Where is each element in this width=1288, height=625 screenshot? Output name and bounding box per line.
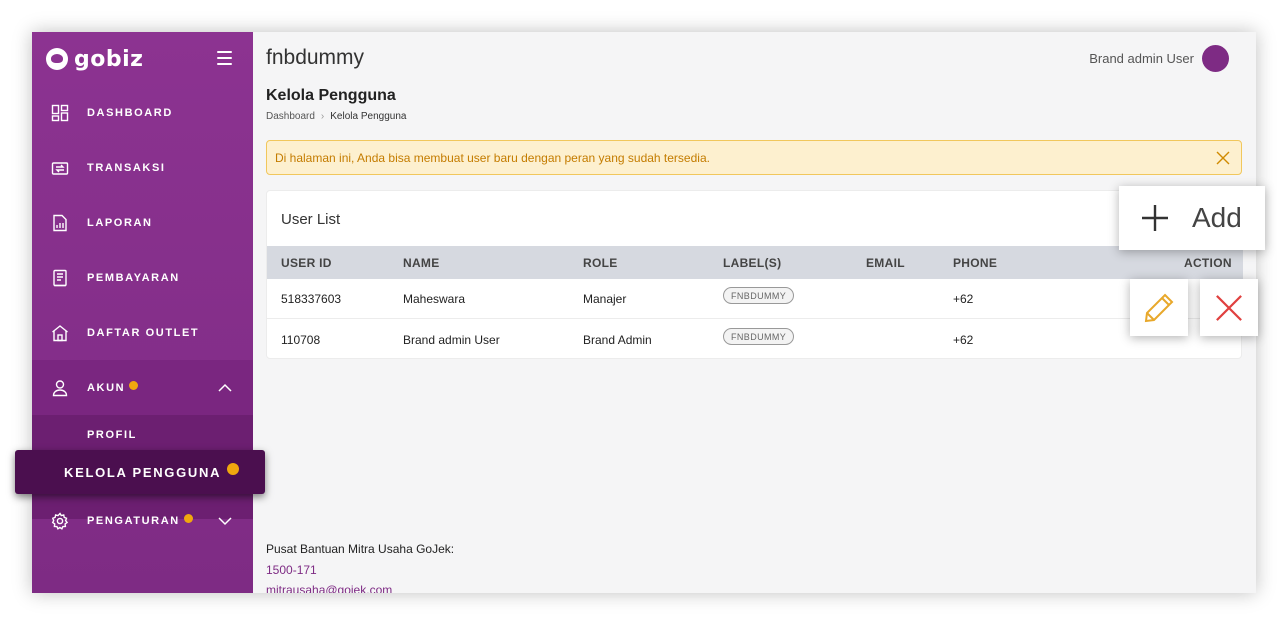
cell-user-id: 110708: [281, 333, 321, 347]
add-user-button[interactable]: Add: [1119, 186, 1265, 250]
dashboard-icon: [51, 104, 69, 122]
user-menu[interactable]: Brand admin User: [1089, 45, 1229, 72]
sidebar-item-transaksi[interactable]: TRANSAKSI: [32, 140, 253, 195]
delete-user-button[interactable]: [1200, 279, 1258, 336]
label-badge: FNBDUMMY: [723, 287, 795, 304]
plus-icon: [1142, 205, 1168, 231]
label-badge: FNBDUMMY: [723, 328, 795, 345]
sidebar: gobiz DASHBOARD TRANSAKSI LAPORAN PEMBAY…: [32, 32, 253, 593]
sidebar-item-label: PEMBAYARAN: [87, 271, 180, 284]
brand-logo[interactable]: gobiz: [46, 46, 143, 72]
column-header-name: NAME: [403, 256, 440, 270]
settings-icon: [51, 511, 69, 530]
table-row: 110708 Brand admin User Brand Admin FNBD…: [267, 320, 1243, 360]
cell-role: Manajer: [583, 292, 627, 306]
app-window: gobiz DASHBOARD TRANSAKSI LAPORAN PEMBAY…: [32, 32, 1256, 593]
table-header: USER ID NAME ROLE LABEL(S) EMAIL PHONE A…: [267, 246, 1243, 279]
edit-user-button[interactable]: [1130, 279, 1188, 336]
cell-user-id: 518337603: [281, 292, 342, 306]
main-content: fnbdummy Brand admin User Kelola Penggun…: [253, 32, 1256, 593]
cell-name: Maheswara: [403, 292, 466, 306]
breadcrumb-dashboard[interactable]: Dashboard: [266, 111, 315, 122]
info-alert: Di halaman ini, Anda bisa membuat user b…: [266, 140, 1242, 175]
brand-name: gobiz: [74, 46, 144, 72]
cell-role: Brand Admin: [583, 333, 652, 347]
sidebar-item-daftar-outlet[interactable]: DAFTAR OUTLET: [32, 305, 253, 360]
footer-email-link[interactable]: mitrausaha@gojek.com: [266, 583, 392, 593]
notification-dot: [227, 463, 240, 475]
sidebar-item-label: DASHBOARD: [87, 106, 173, 119]
chevron-up-icon[interactable]: [218, 381, 232, 395]
hamburger-menu-icon[interactable]: [217, 51, 232, 65]
sidebar-item-label: PENGATURAN: [87, 514, 180, 527]
column-header-user-id: USER ID: [281, 256, 332, 270]
sidebar-item-label: TRANSAKSI: [87, 161, 166, 174]
close-icon: [1216, 294, 1242, 321]
avatar[interactable]: [1202, 45, 1229, 72]
breadcrumb-current: Kelola Pengguna: [330, 111, 407, 122]
cell-phone: +62: [953, 333, 974, 347]
column-header-labels: LABEL(S): [723, 256, 782, 270]
footer-phone-link[interactable]: 1500-171: [266, 563, 317, 577]
card-title: User List: [281, 211, 341, 228]
footer-help-title: Pusat Bantuan Mitra Usaha GoJek:: [266, 542, 455, 556]
sidebar-item-label: DAFTAR OUTLET: [87, 326, 200, 339]
column-header-role: ROLE: [583, 256, 618, 270]
pencil-icon: [1144, 293, 1174, 322]
column-header-action: ACTION: [1184, 256, 1232, 270]
sidebar-item-dashboard[interactable]: DASHBOARD: [32, 85, 253, 140]
user-icon: [51, 379, 69, 397]
cell-phone: +62: [953, 292, 974, 306]
transaction-icon: [51, 159, 69, 177]
add-label: Add: [1192, 202, 1242, 233]
alert-text: Di halaman ini, Anda bisa membuat user b…: [275, 150, 710, 165]
breadcrumb-separator: ›: [320, 111, 325, 122]
column-header-phone: PHONE: [953, 256, 998, 270]
page-title: Kelola Pengguna: [266, 87, 396, 104]
store-icon: [51, 324, 69, 342]
sidebar-item-label: AKUN: [87, 381, 126, 394]
sidebar-subitem-profil[interactable]: PROFIL: [87, 429, 137, 441]
column-header-email: EMAIL: [866, 256, 905, 270]
notification-dot: [183, 514, 193, 523]
sidebar-item-akun[interactable]: AKUN: [32, 360, 253, 415]
payment-icon: [51, 269, 69, 287]
user-name: Brand admin User: [1089, 51, 1194, 66]
table-row: 518337603 Maheswara Manajer FNBDUMMY +62: [267, 279, 1243, 319]
sidebar-item-pengaturan[interactable]: PENGATURAN: [32, 493, 253, 548]
user-list-card: User List USER ID NAME ROLE LABEL(S) EMA…: [266, 190, 1243, 360]
sidebar-item-label: LAPORAN: [87, 216, 153, 229]
org-name: fnbdummy: [266, 46, 365, 69]
close-icon[interactable]: [1216, 151, 1230, 165]
sidebar-item-laporan[interactable]: LAPORAN: [32, 195, 253, 250]
notification-dot: [129, 381, 139, 390]
sidebar-item-pembayaran[interactable]: PEMBAYARAN: [32, 250, 253, 305]
breadcrumb: Dashboard › Kelola Pengguna: [266, 111, 406, 122]
cell-name: Brand admin User: [403, 333, 500, 347]
report-icon: [51, 214, 69, 232]
gobiz-logo-icon: [46, 48, 68, 70]
sidebar-subitem-label: KELOLA PENGGUNA: [64, 464, 222, 480]
chevron-down-icon[interactable]: [218, 514, 232, 528]
sidebar-subitem-kelola-pengguna[interactable]: KELOLA PENGGUNA: [15, 450, 265, 494]
